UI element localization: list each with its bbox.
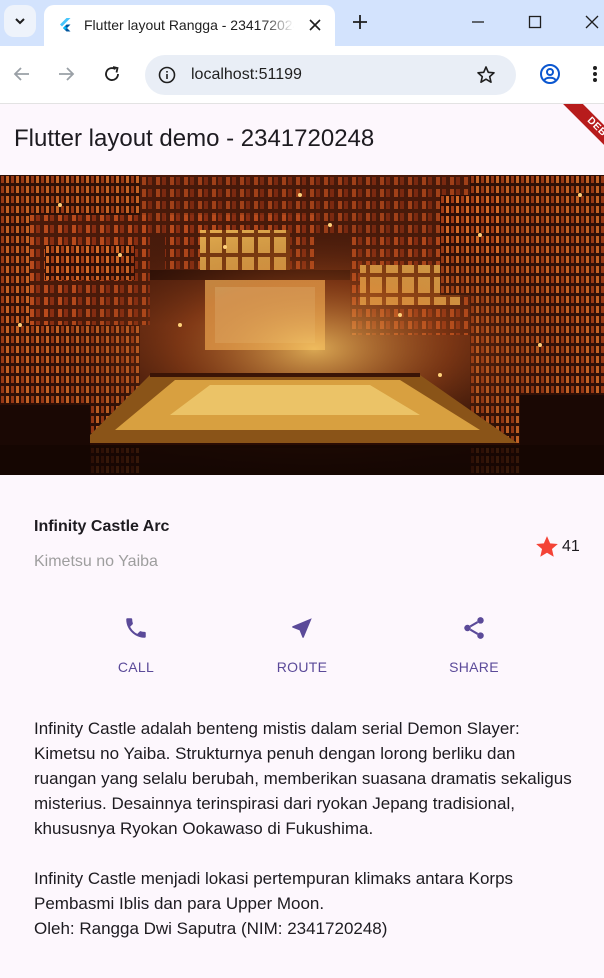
forward-button[interactable] [51, 59, 81, 89]
address-bar[interactable]: localhost:51199 [145, 55, 516, 95]
route-button[interactable]: ROUTE [252, 613, 352, 683]
flutter-logo-icon [60, 18, 71, 32]
tab-close-button[interactable] [303, 13, 327, 37]
browser-tab[interactable]: Flutter layout Rangga - 2341720248 [44, 5, 335, 46]
browser-menu-button[interactable] [580, 59, 604, 89]
share-button[interactable]: SHARE [424, 613, 524, 683]
browser-tab-bar: Flutter layout Rangga - 2341720248 [0, 0, 604, 46]
plus-icon [353, 15, 367, 29]
url-text[interactable]: localhost:51199 [191, 65, 302, 85]
star-count: 41 [562, 538, 580, 555]
profile-icon [540, 64, 560, 84]
close-icon [309, 19, 321, 31]
minimize-icon [472, 21, 484, 23]
arrow-right-icon [59, 67, 75, 81]
castle-illustration [0, 175, 604, 475]
maximize-icon [528, 15, 542, 29]
place-subtitle: Kimetsu no Yaiba [34, 553, 158, 570]
route-label: ROUTE [276, 659, 328, 675]
share-icon [464, 617, 484, 639]
star-outline-icon [477, 66, 495, 83]
window-maximize-button[interactable] [521, 8, 549, 36]
new-tab-button[interactable] [346, 8, 374, 36]
info-icon [158, 66, 176, 84]
bookmark-button[interactable] [472, 61, 500, 89]
browser-toolbar: localhost:51199 [0, 46, 604, 104]
app-bar: Flutter layout demo - 2341720248 [0, 104, 604, 175]
page-title: Flutter layout demo - 2341720248 [14, 125, 375, 152]
back-button[interactable] [7, 59, 37, 89]
near-me-icon [292, 618, 312, 638]
window-minimize-button[interactable] [464, 8, 492, 36]
description-text: Infinity Castle adalah benteng mistis da… [34, 719, 572, 938]
more-vert-icon [593, 66, 597, 82]
close-icon [585, 15, 599, 29]
phone-icon [126, 618, 146, 638]
window-close-button[interactable] [578, 8, 604, 36]
call-label: CALL [117, 659, 155, 675]
infinity-castle-image [0, 175, 604, 475]
reload-icon [105, 66, 119, 81]
title-section: Infinity Castle Arc Kimetsu no Yaiba 41 [34, 511, 584, 571]
profile-button[interactable] [535, 59, 565, 89]
reload-button[interactable] [97, 59, 127, 89]
tab-title: Flutter layout Rangga - 2341720248 [84, 17, 294, 33]
share-label: SHARE [449, 659, 499, 675]
call-button[interactable]: CALL [86, 613, 186, 683]
star-icon [536, 536, 558, 557]
place-name: Infinity Castle Arc [34, 518, 170, 535]
arrow-left-icon [13, 67, 29, 81]
site-info-button[interactable] [153, 61, 181, 89]
flutter-app: Flutter layout demo - 2341720248 DEBUG I… [0, 104, 604, 978]
button-section: CALL ROUTE SHARE [0, 613, 604, 683]
chevron-down-icon [15, 18, 25, 25]
tab-search-button[interactable] [4, 5, 36, 37]
